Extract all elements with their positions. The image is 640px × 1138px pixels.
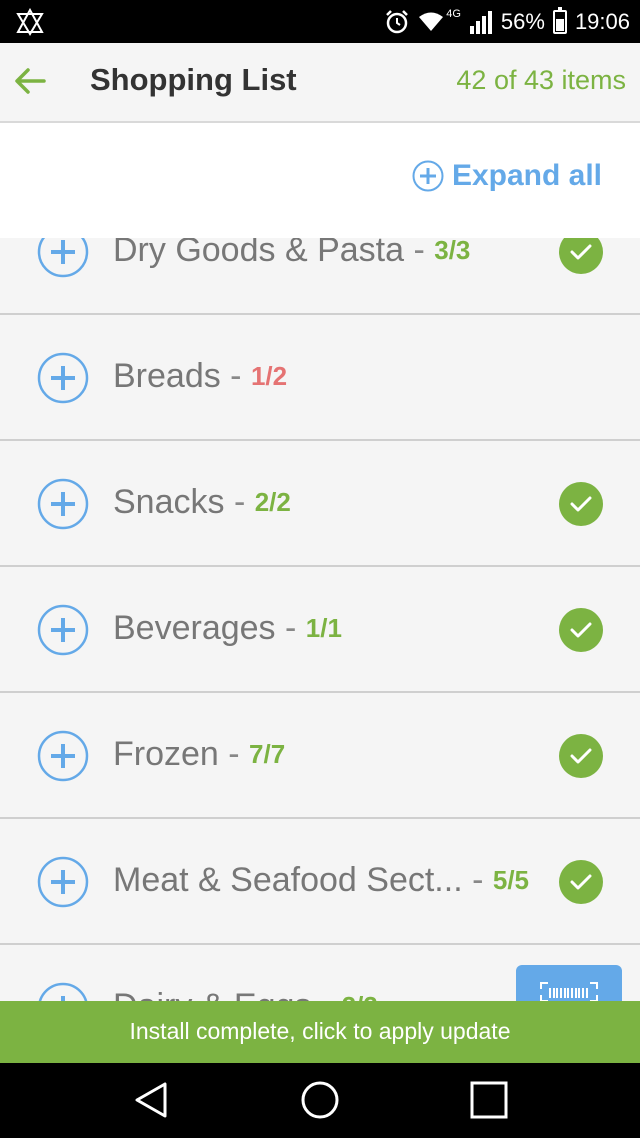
category-progress: 5/5 [492,865,530,895]
wifi-icon [419,12,444,31]
category-name: Frozen [113,735,219,773]
battery-percent: 56% [500,8,545,34]
category-label: Snacks - 2/2 [113,483,291,522]
category-label: Beverages - 1/1 [113,609,342,648]
complete-check-icon [559,734,603,778]
category-progress: 1/2 [250,361,288,391]
category-row[interactable]: Breads - 1/2 [0,315,640,441]
expand-plus-icon[interactable] [37,352,89,404]
nav-home-icon[interactable] [300,1080,340,1120]
nav-recents-icon[interactable] [469,1080,509,1120]
expand-panel: Expand all [0,123,640,238]
category-name: Breads [113,357,221,395]
category-row[interactable]: Meat & Seafood Sect... - 5/5 [0,819,640,945]
complete-check-icon [559,482,603,526]
update-banner-label: Install complete, click to apply update [129,1018,511,1044]
category-progress: 2/2 [254,487,291,517]
category-name: Meat & Seafood Sect... [113,861,463,899]
category-separator: - [462,861,493,899]
barcode-icon [540,982,598,1002]
category-separator: - [220,357,251,395]
network-type: 4G [446,7,461,20]
alarm-icon [386,9,409,33]
category-separator: - [224,483,255,521]
page-title: Shopping List [90,62,297,97]
system-nav-bar [0,1063,640,1138]
back-arrow-icon[interactable] [12,63,48,99]
update-banner[interactable]: Install complete, click to apply update [0,1001,640,1063]
category-progress: 1/1 [305,613,342,643]
expand-all-label: Expand all [451,159,602,192]
category-row[interactable]: Frozen - 7/7 [0,693,640,819]
expand-plus-icon[interactable] [37,604,89,656]
nav-back-icon[interactable] [131,1080,171,1120]
category-row[interactable]: Beverages - 1/1 [0,567,640,693]
battery-icon [552,6,567,34]
signal-icon [469,10,492,34]
app-logo-icon [16,8,44,36]
category-separator: - [218,735,250,773]
category-row[interactable]: Snacks - 2/2 [0,441,640,567]
expand-plus-icon[interactable] [37,856,89,908]
category-name: Snacks [113,483,225,521]
item-count: 42 of 43 items [456,65,626,95]
expand-plus-icon[interactable] [37,478,89,530]
category-separator: - [275,609,306,647]
category-name: Beverages [113,609,276,647]
app-bar: Shopping List 42 of 43 items [0,43,640,123]
clock: 19:06 [574,8,630,34]
category-progress: 3/3 [434,235,471,265]
status-bar: 4G 56% 19:06 [0,0,640,43]
category-label: Breads - 1/2 [113,357,287,396]
category-label: Frozen - 7/7 [113,735,285,774]
plus-circle-icon [412,160,444,192]
category-label: Meat & Seafood Sect... - 5/5 [113,861,529,900]
complete-check-icon [559,608,603,652]
category-progress: 7/7 [249,739,286,769]
expand-all-button[interactable]: Expand all [412,159,602,193]
complete-check-icon [559,860,603,904]
category-list: Dry Goods & Pasta - 3/3 Breads - 1/2 Snack… [0,189,640,1071]
expand-plus-icon[interactable] [37,730,89,782]
